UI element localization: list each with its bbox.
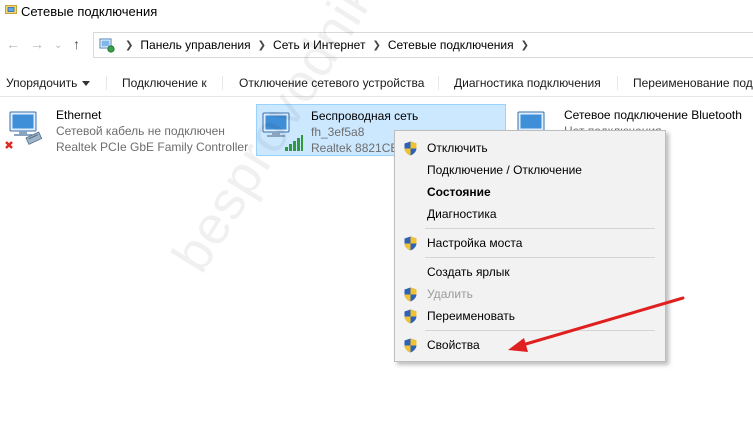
- uac-shield-icon: [404, 141, 417, 156]
- toolbar-divider: [617, 76, 618, 90]
- window-title: Сетевые подключения: [21, 4, 158, 19]
- menu-item-label: Создать ярлык: [427, 265, 510, 279]
- menu-item-bridge-connections[interactable]: Настройка моста: [395, 232, 665, 254]
- breadcrumb-network-connections[interactable]: Сетевые подключения: [388, 38, 514, 52]
- control-panel-icon: [99, 38, 115, 53]
- uac-shield-icon: [404, 309, 417, 324]
- diagnose-connection-button[interactable]: Диагностика подключения: [454, 76, 601, 90]
- command-bar: Упорядочить Подключение к Отключение сет…: [0, 70, 753, 97]
- menu-item-label: Переименовать: [427, 309, 515, 323]
- forward-arrow-icon[interactable]: →: [30, 37, 44, 51]
- menu-item-label: Отключить: [427, 141, 488, 155]
- menu-item-status[interactable]: Состояние: [395, 181, 665, 203]
- context-menu: Отключить Подключение / Отключение Состо…: [394, 130, 666, 362]
- navigation-bar: ← → ⌄ ↑ ❯ Панель управления ❯ Сеть и Инт…: [0, 31, 753, 59]
- menu-separator: [425, 330, 655, 331]
- connection-name: Ethernet: [56, 108, 102, 122]
- connect-to-button[interactable]: Подключение к: [122, 76, 207, 90]
- back-arrow-icon[interactable]: ←: [6, 37, 20, 51]
- menu-item-diagnostics[interactable]: Диагностика: [395, 203, 665, 225]
- menu-item-create-shortcut[interactable]: Создать ярлык: [395, 261, 665, 283]
- menu-item-delete: Удалить: [395, 283, 665, 305]
- connection-status: Сетевой кабель не подключен: [56, 124, 225, 138]
- breadcrumb-separator-icon: ❯: [372, 39, 381, 51]
- rename-connection-button[interactable]: Переименование под: [633, 76, 753, 90]
- menu-item-properties[interactable]: Свойства: [395, 334, 665, 356]
- menu-separator: [425, 228, 655, 229]
- menu-item-label: Состояние: [427, 185, 491, 199]
- connection-name: Беспроводная сеть: [311, 109, 419, 123]
- breadcrumb-control-panel[interactable]: Панель управления: [140, 38, 250, 52]
- uac-shield-icon: [404, 287, 417, 302]
- dropdown-caret-icon: [82, 81, 91, 87]
- menu-separator: [425, 257, 655, 258]
- ethernet-adapter-icon: [5, 111, 43, 149]
- toolbar-divider: [438, 76, 439, 90]
- toolbar-divider: [222, 76, 223, 90]
- connection-item-ethernet[interactable]: Ethernet Сетевой кабель не подключен Rea…: [2, 104, 252, 156]
- menu-item-label: Настройка моста: [427, 236, 523, 250]
- organize-button[interactable]: Упорядочить: [6, 76, 91, 90]
- menu-item-label: Удалить: [427, 287, 473, 301]
- address-bar[interactable]: ❯ Панель управления ❯ Сеть и Интернет ❯ …: [93, 32, 753, 58]
- network-folder-icon: [5, 5, 17, 14]
- uac-shield-icon: [404, 236, 417, 251]
- uac-shield-icon: [404, 338, 417, 353]
- menu-item-disable[interactable]: Отключить: [395, 137, 665, 159]
- toolbar-divider: [106, 76, 107, 90]
- menu-item-label: Диагностика: [427, 207, 497, 221]
- breadcrumb-separator-icon: ❯: [257, 39, 267, 51]
- breadcrumb-separator-icon: ❯: [125, 39, 134, 51]
- menu-item-rename[interactable]: Переименовать: [395, 305, 665, 327]
- recent-locations-chevron-icon[interactable]: ⌄: [54, 39, 62, 53]
- up-arrow-icon[interactable]: ↑: [73, 37, 80, 51]
- breadcrumb-separator-icon[interactable]: ❯: [521, 40, 529, 51]
- connection-name: Сетевое подключение Bluetooth: [564, 108, 742, 122]
- organize-label: Упорядочить: [6, 76, 78, 90]
- menu-item-label: Свойства: [427, 338, 480, 352]
- menu-item-label: Подключение / Отключение: [427, 163, 582, 177]
- menu-item-connect-disconnect[interactable]: Подключение / Отключение: [395, 159, 665, 181]
